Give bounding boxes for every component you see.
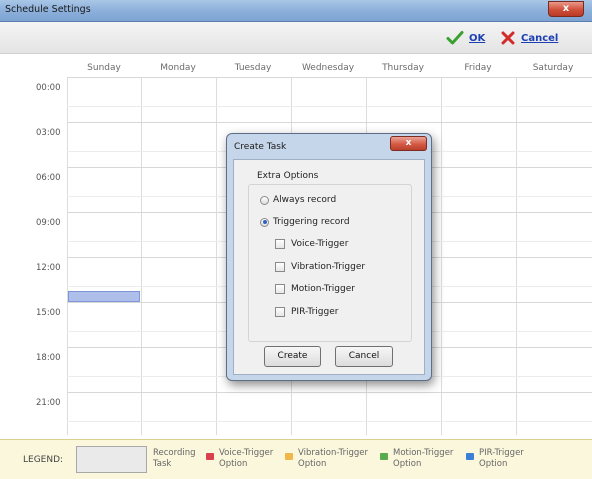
checkbox-unchecked (275, 239, 285, 249)
column-divider (516, 77, 517, 435)
day-header-wednesday: Wednesday (301, 63, 355, 73)
legend-label-line2: Task (153, 459, 172, 469)
always-record-radio[interactable]: Always record (260, 195, 336, 205)
legend-label-line1: Vibration-Trigger (298, 448, 368, 458)
day-header-saturday: Saturday (532, 63, 574, 73)
time-label-1800: 18:00 (36, 353, 61, 363)
column-divider (216, 77, 217, 435)
legend-preview-box (76, 446, 147, 473)
legend-label-line2: Option (219, 459, 248, 469)
cancel-toolbar-button[interactable]: Cancel (500, 28, 558, 48)
day-header-tuesday: Tuesday (234, 63, 272, 73)
legend-title: LEGEND: (23, 455, 64, 465)
radio-button-off (260, 195, 269, 205)
row-divider (67, 106, 592, 107)
time-label-0000: 00:00 (36, 83, 61, 93)
legend-item-pir-trigger: PIR-Trigger Option (479, 448, 524, 470)
legend-bar: LEGEND: Recording Task Voice-Trigger Opt… (0, 439, 592, 479)
column-divider (141, 77, 142, 435)
legend-label-line1: PIR-Trigger (479, 448, 524, 458)
window-title: Schedule Settings (5, 4, 91, 15)
ok-button[interactable]: OK (446, 28, 485, 48)
pir-trigger-checkbox[interactable]: PIR-Trigger (275, 307, 338, 317)
time-label-0600: 06:00 (36, 173, 61, 183)
voice-trigger-label: Voice-Trigger (291, 239, 349, 249)
pir-trigger-label: PIR-Trigger (291, 307, 339, 317)
close-icon: x (562, 3, 570, 14)
vibration-trigger-label: Vibration-Trigger (291, 262, 366, 272)
cancel-label: Cancel (521, 32, 559, 44)
legend-item-vibration-trigger: Vibration-Trigger Option (298, 448, 368, 470)
window-close-button[interactable]: x (548, 1, 584, 17)
extra-options-title: Extra Options (255, 171, 321, 181)
triggering-record-radio[interactable]: Triggering record (260, 217, 350, 227)
row-divider (67, 122, 592, 123)
time-label-1500: 15:00 (36, 308, 61, 318)
always-record-label: Always record (273, 195, 337, 205)
time-label-0300: 03:00 (36, 128, 61, 138)
motion-trigger-swatch (380, 453, 388, 460)
dialog-close-button[interactable]: x (390, 136, 427, 151)
voice-trigger-checkbox[interactable]: Voice-Trigger (275, 239, 348, 249)
checkbox-unchecked (275, 284, 285, 294)
radio-button-on (260, 217, 269, 227)
motion-trigger-label: Motion-Trigger (291, 284, 355, 294)
checkbox-unchecked (275, 307, 285, 317)
voice-trigger-swatch (206, 453, 214, 460)
legend-item-recording-task: Recording Task (153, 448, 196, 470)
create-button[interactable]: Create (264, 346, 321, 367)
time-label-2100: 21:00 (36, 398, 61, 408)
pir-trigger-swatch (466, 453, 474, 460)
legend-label-line2: Option (393, 459, 422, 469)
column-divider (67, 77, 68, 435)
time-label-1200: 12:00 (36, 263, 61, 273)
day-header-thursday: Thursday (382, 63, 424, 73)
vibration-trigger-swatch (285, 453, 293, 460)
legend-label-line2: Option (479, 459, 508, 469)
legend-label-line1: Recording (153, 448, 196, 458)
create-task-dialog: Create Task x Extra Options Always recor… (226, 133, 432, 381)
legend-label-line1: Voice-Trigger (219, 448, 274, 458)
checkmark-icon (446, 31, 464, 45)
vibration-trigger-checkbox[interactable]: Vibration-Trigger (275, 262, 365, 272)
motion-trigger-checkbox[interactable]: Motion-Trigger (275, 284, 355, 294)
row-divider (67, 77, 592, 78)
row-divider (67, 421, 592, 422)
window-titlebar: Schedule Settings x (0, 0, 592, 22)
column-divider (441, 77, 442, 435)
time-label-0900: 09:00 (36, 218, 61, 228)
toolbar: OK Cancel (0, 22, 592, 54)
dialog-body: Extra Options Always record Triggering r… (233, 159, 425, 375)
legend-item-motion-trigger: Motion-Trigger Option (393, 448, 453, 470)
close-icon: x (405, 138, 412, 148)
legend-item-voice-trigger: Voice-Trigger Option (219, 448, 273, 470)
day-header-friday: Friday (464, 63, 492, 73)
selected-time-slot[interactable] (68, 291, 140, 302)
day-header-monday: Monday (160, 63, 196, 73)
triggering-record-label: Triggering record (273, 217, 350, 227)
dialog-title: Create Task (234, 142, 287, 152)
legend-label-line1: Motion-Trigger (393, 448, 454, 458)
x-icon (501, 31, 515, 45)
checkbox-unchecked (275, 262, 285, 272)
legend-label-line2: Option (298, 459, 327, 469)
ok-label: OK (469, 32, 486, 44)
day-header-sunday: Sunday (87, 63, 121, 73)
row-divider (67, 392, 592, 393)
dialog-cancel-button[interactable]: Cancel (335, 346, 393, 367)
